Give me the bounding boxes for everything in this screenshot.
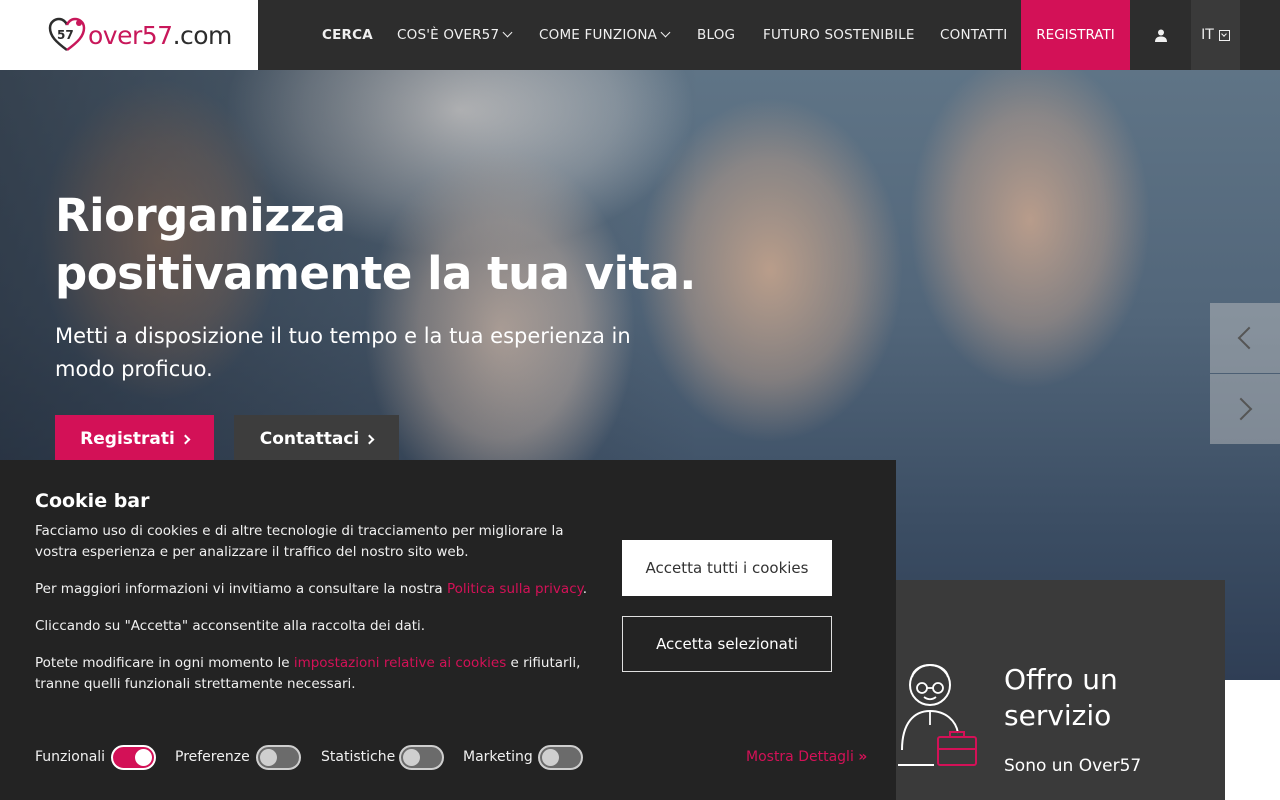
nav-come-funziona[interactable]: COME FUNZIONA	[539, 0, 671, 70]
chevron-right-icon	[1229, 397, 1253, 421]
chevron-down-icon	[660, 27, 671, 37]
hero-register-button[interactable]: Registrati	[55, 415, 214, 463]
nav-cerca[interactable]: CERCA	[322, 0, 373, 70]
cookie-bar: Cookie bar Facciamo uso di cookies e di …	[0, 460, 896, 800]
privacy-policy-link[interactable]: Politica sulla privacy	[447, 581, 583, 597]
cookie-toggles: Funzionali Preferenze Statistiche Market…	[35, 745, 595, 771]
service-subtitle: Sono un Over57	[1004, 756, 1142, 776]
nav-blog[interactable]: BLOG	[697, 0, 735, 70]
hero-subtitle: Metti a disposizione il tuo tempo e la t…	[55, 324, 631, 381]
double-chevron-right-icon: »	[858, 749, 868, 765]
chevron-right-icon	[364, 434, 375, 444]
toggle-label-funzionali: Funzionali	[35, 749, 106, 765]
toggle-label-preferenze: Preferenze	[175, 749, 250, 765]
cookie-text-1: Facciamo uso di cookies e di altre tecno…	[35, 523, 564, 560]
slider-next-button[interactable]	[1210, 374, 1280, 444]
nav-register-button[interactable]: REGISTRATI	[1021, 0, 1130, 70]
chevron-down-icon	[502, 27, 513, 37]
chevron-left-icon	[1237, 326, 1261, 350]
logo-heart-icon: 57	[48, 17, 86, 52]
dropdown-box-icon	[1218, 29, 1230, 41]
hero-contact-button[interactable]: Contattaci	[234, 415, 399, 463]
user-icon	[1154, 29, 1167, 42]
logo[interactable]: 57 over57.com	[0, 0, 258, 70]
show-details-link[interactable]: Mostra Dettagli »	[746, 749, 867, 765]
cookie-text-3: Cliccando su "Accetta" acconsentite alla…	[35, 618, 426, 634]
nav-cose-over57[interactable]: COS'È OVER57	[397, 0, 513, 70]
site-header: 57 over57.com CERCA COS'È OVER57 COME FU…	[0, 0, 1280, 70]
service-title: Offro un servizio	[1004, 663, 1118, 732]
cookie-text-2: Per maggiori informazioni vi invitiamo a…	[35, 581, 587, 597]
toggle-label-statistiche: Statistiche	[321, 749, 396, 765]
language-selector[interactable]: IT	[1191, 0, 1240, 70]
service-card[interactable]: Offro un servizio Sono un Over57	[880, 580, 1225, 800]
toggle-marketing[interactable]	[538, 745, 583, 770]
cookie-text-4: Potete modificare in ogni momento le imp…	[35, 655, 581, 692]
accept-all-cookies-button[interactable]: Accetta tutti i cookies	[622, 540, 832, 596]
nav-contatti[interactable]: CONTATTI	[940, 0, 1007, 70]
toggle-funzionali[interactable]	[111, 745, 156, 770]
slider-prev-button[interactable]	[1210, 303, 1280, 373]
toggle-statistiche[interactable]	[399, 745, 444, 770]
toggle-preferenze[interactable]	[256, 745, 301, 770]
hero-title: Riorganizza positivamente la tua vita.	[55, 189, 696, 300]
elderly-with-briefcase-icon	[898, 664, 977, 766]
nav-futuro-sostenibile[interactable]: FUTURO SOSTENIBILE	[763, 0, 915, 70]
user-account-button[interactable]	[1130, 0, 1191, 70]
cookie-settings-link[interactable]: impostazioni relative ai cookies	[294, 655, 506, 671]
cookie-bar-title: Cookie bar	[35, 490, 150, 512]
chevron-right-icon	[180, 434, 191, 444]
svg-text:57: 57	[57, 28, 74, 42]
logo-text: over57.com	[88, 20, 232, 50]
accept-selected-cookies-button[interactable]: Accetta selezionati	[622, 616, 832, 672]
toggle-label-marketing: Marketing	[463, 749, 533, 765]
